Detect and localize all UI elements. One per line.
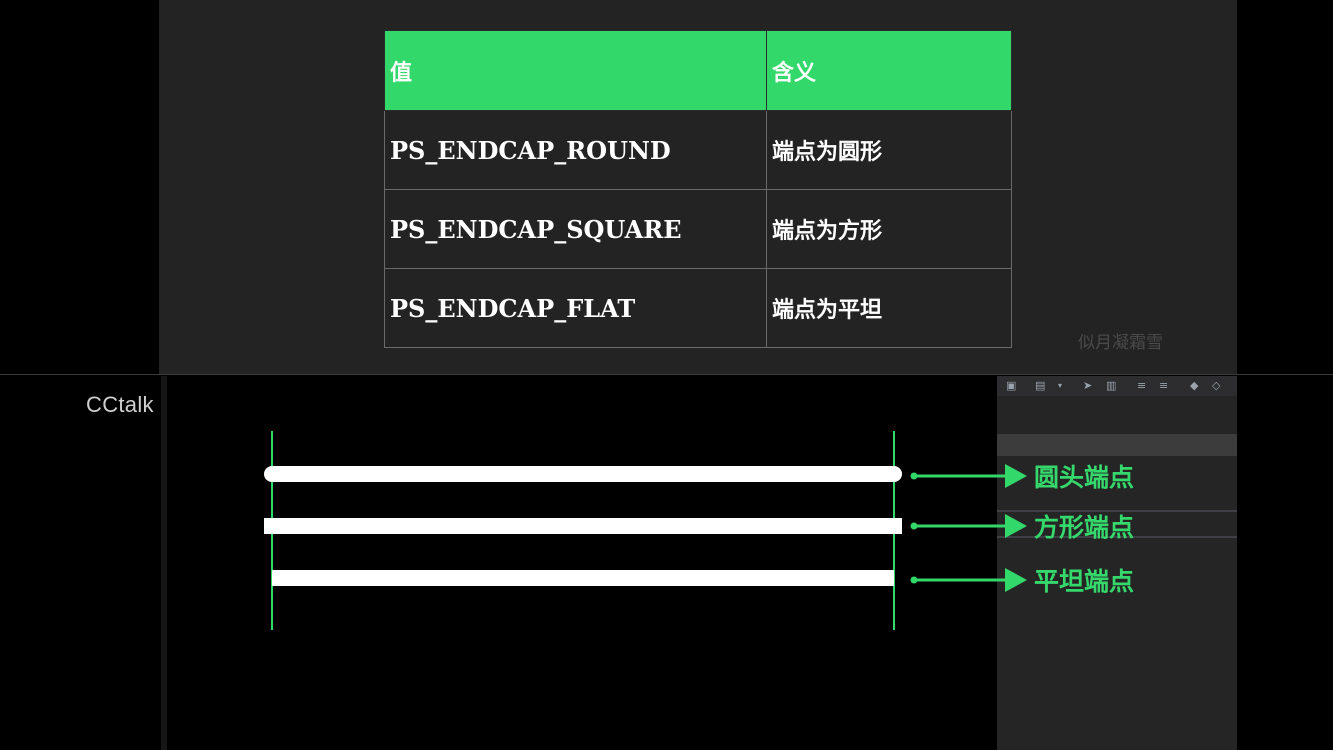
endcap-table: 值 含义 PS_ENDCAP_ROUND 端点为圆形 PS_ENDCAP_SQU… [384,30,1012,348]
label-square-cap: 方形端点 [1034,513,1134,542]
section-divider [0,374,1333,375]
header-meaning: 含义 [766,30,1012,111]
cell-meaning: 端点为平坦 [766,268,1012,348]
left-black-band [0,0,159,375]
table-row: PS_ENDCAP_ROUND 端点为圆形 [384,110,1012,190]
arrow-round [910,464,1027,488]
label-flat-cap: 平坦端点 [1034,567,1134,596]
table-row: PS_ENDCAP_FLAT 端点为平坦 [384,268,1012,348]
cell-meaning: 端点为圆形 [766,110,1012,190]
cell-value: PS_ENDCAP_ROUND [384,110,767,190]
endcap-diagram: 圆头端点 方形端点 平坦端点 [264,431,1134,630]
cell-value: PS_ENDCAP_FLAT [384,268,767,348]
header-value: 值 [384,30,767,111]
watermark-text: 似月凝霜雪 [1078,333,1163,353]
cell-value: PS_ENDCAP_SQUARE [384,189,767,269]
table-row: PS_ENDCAP_SQUARE 端点为方形 [384,189,1012,269]
label-round-cap: 圆头端点 [1034,463,1134,492]
cell-meaning: 端点为方形 [766,189,1012,269]
right-black-band [1237,0,1333,375]
arrow-flat [910,568,1027,592]
arrow-square [910,514,1027,538]
table-header-row: 值 含义 [384,30,1012,111]
